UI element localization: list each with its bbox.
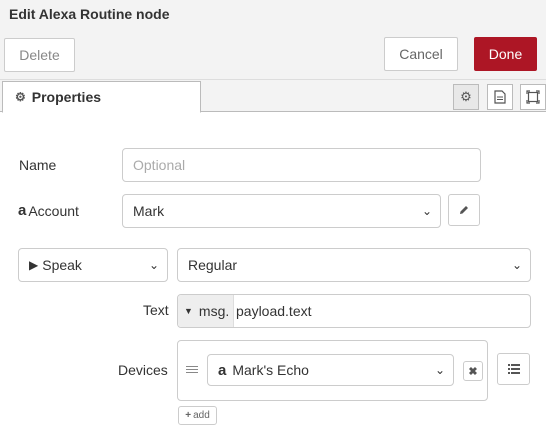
tab-properties[interactable]: ⚙ Properties [2, 81, 201, 113]
name-placeholder: Optional [133, 157, 186, 173]
action-select[interactable]: ▶ Speak ⌄ [18, 248, 168, 282]
name-label: Name [19, 157, 57, 173]
chevron-down-icon: ⌄ [148, 258, 159, 272]
node-appearance-tab[interactable] [520, 84, 546, 110]
node-description-tab[interactable] [487, 84, 513, 110]
delete-button[interactable]: Delete [4, 38, 75, 72]
device-select[interactable]: a Mark's Echo ⌄ [207, 354, 454, 386]
account-label-group: a Account [18, 202, 79, 219]
account-value: Mark [133, 203, 165, 219]
text-value: payload.text [236, 303, 312, 319]
drag-handle-icon[interactable] [186, 364, 198, 376]
edit-account-button[interactable] [448, 194, 480, 226]
close-icon: ✖ [468, 365, 478, 378]
add-device-button[interactable]: + add [178, 406, 217, 425]
action-value: Speak [42, 257, 82, 273]
dialog-title: Edit Alexa Routine node [9, 6, 170, 22]
pencil-icon [460, 206, 468, 214]
type-prefix-label: msg. [198, 303, 230, 319]
add-device-label: add [193, 410, 210, 421]
text-typed-input[interactable]: ▼ msg. payload.text [177, 294, 531, 328]
frame-icon [526, 90, 540, 104]
gear-icon: ⚙ [460, 89, 472, 104]
caret-down-icon: ▼ [184, 306, 193, 316]
done-button[interactable]: Done [474, 37, 537, 71]
document-icon [494, 90, 506, 104]
account-select[interactable]: Mark ⌄ [122, 194, 441, 228]
node-properties-tab[interactable]: ⚙ [453, 84, 479, 110]
device-value: Mark's Echo [232, 362, 309, 378]
amazon-icon: a [218, 361, 227, 379]
speak-type-select[interactable]: Regular ⌄ [177, 248, 531, 282]
devices-label: Devices [118, 362, 168, 378]
plus-icon: + [185, 410, 192, 421]
dialog-toolbar [0, 27, 546, 80]
account-label: Account [28, 202, 79, 219]
text-label: Text [143, 302, 169, 318]
gear-icon: ⚙ [15, 90, 26, 104]
list-icon [507, 364, 520, 374]
cancel-button[interactable]: Cancel [384, 37, 458, 71]
amazon-icon: a [18, 202, 27, 219]
play-icon: ▶ [29, 258, 39, 272]
type-selector[interactable]: ▼ msg. [178, 295, 234, 327]
chevron-down-icon: ⌄ [421, 204, 432, 218]
speak-type-value: Regular [188, 257, 238, 273]
remove-device-button[interactable]: ✖ [463, 361, 483, 381]
device-list-button[interactable] [497, 353, 530, 385]
chevron-down-icon: ⌄ [434, 363, 445, 377]
name-input[interactable]: Optional [122, 148, 481, 182]
devices-list: a Mark's Echo ⌄ ✖ [177, 340, 488, 401]
tab-properties-label: Properties [31, 89, 102, 105]
chevron-down-icon: ⌄ [511, 258, 522, 272]
